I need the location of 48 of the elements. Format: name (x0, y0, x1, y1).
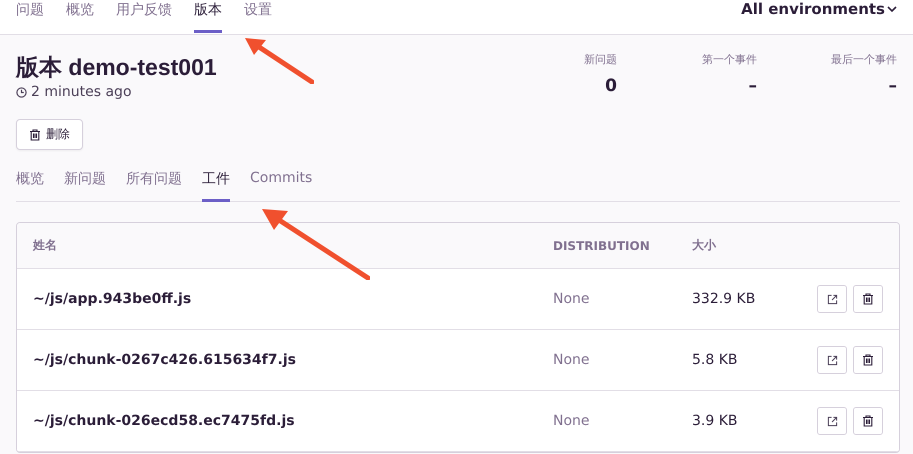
clock-icon (16, 86, 27, 98)
delete-button[interactable]: 删除 (16, 119, 83, 150)
open-file-button[interactable] (817, 285, 847, 313)
column-header: DISTRIBUTION (553, 238, 651, 252)
distribution-cell-text: None (553, 352, 591, 368)
trash-icon (862, 293, 874, 305)
nav-tab[interactable]: 设置 (244, 0, 272, 33)
trash-icon (29, 128, 41, 140)
nav-tab[interactable]: 概览 (66, 0, 94, 33)
nav-tab[interactable]: 问题 (16, 0, 44, 33)
nav-tab[interactable]: 用户反馈 (116, 0, 172, 33)
open-file-button[interactable] (817, 407, 847, 435)
trash-icon (862, 415, 874, 427)
stat-label: 最后一个事件 (831, 52, 897, 67)
external-link-icon (826, 294, 838, 304)
file-size: 3.9 KB (692, 413, 738, 429)
release-tab[interactable]: 概览 (16, 170, 44, 202)
open-file-button[interactable] (817, 346, 847, 374)
environment-selector[interactable]: All environments (741, 0, 897, 18)
column-header: 大小 (692, 237, 718, 254)
distribution-cell-text: None (553, 413, 591, 429)
delete-file-button[interactable] (853, 407, 883, 435)
delete-file-button[interactable] (853, 346, 883, 374)
stat-label: 第一个事件 (702, 52, 757, 67)
annotation-arrow (244, 37, 314, 84)
release-tab[interactable]: 工件 (202, 170, 230, 202)
release-tab[interactable]: 所有问题 (126, 170, 182, 202)
delete-file-button[interactable] (853, 285, 883, 313)
column-header: 姓名 (33, 237, 58, 254)
chevron-down-icon (887, 6, 897, 12)
file-name: ~/js/chunk-0267c426.615634f7.js (33, 352, 297, 368)
release-title: 版本 demo-test001 (16, 53, 217, 82)
file-size: 5.8 KB (692, 352, 738, 368)
stat-label: 新问题 (584, 52, 617, 67)
trash-icon (862, 354, 874, 366)
release-tab[interactable]: 新问题 (64, 170, 106, 202)
release-age: 2 minutes ago (31, 84, 132, 100)
file-name: ~/js/app.943be0ff.js (33, 291, 192, 307)
distribution-cell-text: None (553, 291, 591, 307)
stat-value: – (748, 76, 757, 96)
external-link-icon (826, 354, 838, 366)
nav-tab[interactable]: 版本 (194, 0, 222, 33)
stat-value: – (888, 76, 897, 96)
file-size: 332.9 KB (692, 291, 756, 307)
external-link-icon (826, 416, 838, 426)
file-name: ~/js/chunk-026ecd58.ec7475fd.js (33, 413, 296, 429)
stat-value: 0 (605, 76, 617, 96)
release-tab[interactable]: Commits (250, 170, 312, 202)
